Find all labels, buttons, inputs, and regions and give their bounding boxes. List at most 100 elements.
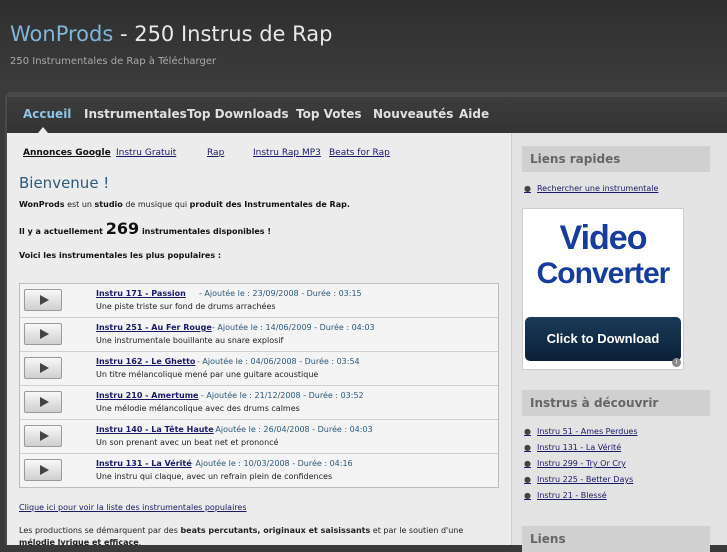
ad-info-icon[interactable]: i — [672, 358, 681, 367]
intro-produces: produit des Instrumentales de Rap. — [189, 200, 350, 209]
track-row: Instru 171 - Passion - Ajoutée le : 23/0… — [20, 284, 498, 318]
nav-aide[interactable]: Aide — [459, 107, 489, 121]
intro-studio: studio — [94, 200, 123, 209]
discover-item[interactable]: ● Instru 299 - Try Or Cry — [524, 459, 626, 468]
discover-item[interactable]: ● Instru 21 - Blessé — [524, 491, 607, 500]
site-header: WonProds - 250 Instrus de Rap 250 Instru… — [0, 0, 727, 92]
track-row: Instru 162 - Le Ghetto - Ajoutée le : 04… — [20, 352, 498, 386]
toplink-annonces-google[interactable]: Annonces Google — [23, 148, 111, 158]
intro-text-1: est un — [64, 200, 95, 209]
track-title[interactable]: Instru 171 - Passion — [96, 289, 186, 298]
instrumental-count: 269 — [105, 219, 140, 238]
nav-top-votes[interactable]: Top Votes — [296, 107, 362, 121]
ad-line-2: Converter — [536, 257, 671, 290]
discover-item-label[interactable]: Instru 51 - Ames Perdues — [537, 427, 638, 436]
bullet-icon: ● — [524, 491, 531, 500]
sidebar: Liens rapides ● Rechercher une instrument… — [511, 133, 727, 552]
popular-tracks-list: Instru 171 - Passion - Ajoutée le : 23/0… — [19, 283, 499, 488]
site-title[interactable]: WonProds - 250 Instrus de Rap — [10, 22, 332, 46]
track-row: Instru 140 - La Tête Haute - Ajoutée le … — [20, 420, 498, 454]
discover-item-label[interactable]: Instru 225 - Better Days — [537, 475, 633, 484]
links-title: Liens — [522, 526, 710, 552]
discover-item[interactable]: ● Instru 51 - Ames Perdues — [524, 427, 638, 436]
play-button[interactable] — [24, 289, 62, 311]
video-converter-ad[interactable]: Video Converter Click to Download i — [522, 208, 684, 370]
nav-top-downloads[interactable]: Top Downloads — [187, 107, 289, 121]
discover-item[interactable]: ● Instru 131 - La Vérité — [524, 443, 621, 452]
track-meta: - Ajoutée le : 04/06/2008 - Durée : 03:5… — [197, 357, 360, 366]
page-title: Bienvenue ! — [19, 174, 110, 192]
track-description: Un son prenant avec un beat net et prono… — [96, 438, 279, 447]
play-button[interactable] — [24, 391, 62, 413]
main-nav: Accueil Instrumentales Top Downloads Top… — [7, 97, 727, 133]
ad-download-button[interactable]: Click to Download — [525, 317, 681, 361]
discover-item-label[interactable]: Instru 21 - Blessé — [537, 491, 607, 500]
toplink-rap[interactable]: Rap — [207, 148, 224, 158]
site-title-rest: - 250 Instrus de Rap — [113, 22, 333, 46]
play-icon — [40, 431, 49, 441]
intro-text-2: de musique qui — [122, 200, 190, 209]
bottom-text-1: Les productions se démarquent par des — [19, 526, 181, 535]
play-icon — [40, 329, 49, 339]
bullet-icon: ● — [524, 475, 531, 484]
search-instrumental-text[interactable]: Rechercher une instrumentale — [537, 184, 658, 193]
play-icon — [40, 397, 49, 407]
track-meta: - Ajoutée le : 23/09/2008 - Durée : 03:1… — [199, 289, 362, 298]
nav-accueil[interactable]: Accueil — [23, 107, 71, 121]
track-row: Instru 210 - Amertume - Ajoutée le : 21/… — [20, 386, 498, 420]
track-meta: - Ajoutée le : 10/03/2008 - Durée : 04:1… — [190, 459, 353, 468]
play-button[interactable] — [24, 323, 62, 345]
popular-heading: Voici les instrumentales les plus popula… — [19, 251, 221, 260]
site-brand[interactable]: WonProds — [10, 22, 113, 46]
discover-item[interactable]: ● Instru 225 - Better Days — [524, 475, 633, 484]
toplink-beats-for-rap[interactable]: Beats for Rap — [329, 148, 390, 158]
bullet-icon: ● — [524, 184, 531, 193]
quick-links-title: Liens rapides — [522, 146, 710, 172]
count-suffix: instrumentales disponibles ! — [139, 227, 271, 236]
track-title[interactable]: Instru 251 - Au Fer Rouge — [96, 323, 212, 332]
track-title[interactable]: Instru 140 - La Tête Haute — [96, 425, 214, 434]
nav-instrumentales[interactable]: Instrumentales — [84, 107, 187, 121]
productions-paragraph: Les productions se démarquent par des be… — [19, 525, 499, 549]
intro-brand: WonProds — [19, 200, 65, 209]
search-instrumental-link[interactable]: ● Rechercher une instrumentale — [524, 184, 658, 193]
ad-line-1: Video — [559, 219, 648, 257]
track-description: Une mélodie mélancolique avec des drums … — [96, 404, 300, 413]
track-meta: - Ajoutée le : 21/12/2008 - Durée : 03:5… — [201, 391, 364, 400]
bullet-icon: ● — [524, 459, 531, 468]
track-title[interactable]: Instru 162 - Le Ghetto — [96, 357, 195, 366]
intro-paragraph: WonProds est un studio de musique qui pr… — [19, 200, 350, 209]
toplink-instru-gratuit[interactable]: Instru Gratuit — [116, 148, 176, 158]
toplink-instru-rap-mp3[interactable]: Instru Rap MP3 — [253, 148, 321, 158]
bottom-text-3: . — [138, 538, 142, 547]
play-button[interactable] — [24, 459, 62, 481]
count-paragraph: Il y a actuellement 269 instrumentales d… — [19, 219, 271, 238]
play-button[interactable] — [24, 357, 62, 379]
track-description: Un titre mélancolique mené par une guita… — [96, 370, 319, 379]
discover-item-label[interactable]: Instru 299 - Try Or Cry — [537, 459, 626, 468]
discover-item-label[interactable]: Instru 131 - La Vérité — [537, 443, 621, 452]
popular-heading-text: Voici les instrumentales les plus popula… — [19, 251, 222, 260]
play-icon — [40, 363, 49, 373]
track-title[interactable]: Instru 210 - Amertume — [96, 391, 198, 400]
discover-title: Instrus à découvrir — [522, 390, 710, 416]
play-button[interactable] — [24, 425, 62, 447]
nav-nouveautes[interactable]: Nouveautés — [373, 107, 453, 121]
bullet-icon: ● — [524, 427, 531, 436]
track-description: Une instru qui claque, avec un refrain p… — [96, 472, 333, 481]
bottom-text-2: et par le soutien d'une — [370, 526, 464, 535]
track-description: Une piste triste sur fond de drums arrac… — [96, 302, 276, 311]
play-icon — [40, 295, 49, 305]
track-description: Une instrumentale bouillante au snare ex… — [96, 336, 284, 345]
play-icon — [40, 465, 49, 475]
count-label: Il y a actuellement — [19, 227, 106, 236]
bottom-melody: mélodie lyrique et efficace — [19, 538, 139, 547]
track-title[interactable]: Instru 131 - La Vérité — [96, 459, 192, 468]
site-tagline: 250 Instrumentales de Rap à Télécharger — [10, 56, 217, 67]
popular-list-link[interactable]: Clique ici pour voir la liste des instru… — [19, 503, 247, 512]
track-row: Instru 131 - La Vérité - Ajoutée le : 10… — [20, 454, 498, 487]
bullet-icon: ● — [524, 443, 531, 452]
main-content: Annonces Google Instru Gratuit Rap Instr… — [7, 133, 511, 547]
bottom-beats: beats percutants, originaux et saisissan… — [180, 526, 371, 535]
track-row: Instru 251 - Au Fer Rouge - Ajoutée le :… — [20, 318, 498, 352]
